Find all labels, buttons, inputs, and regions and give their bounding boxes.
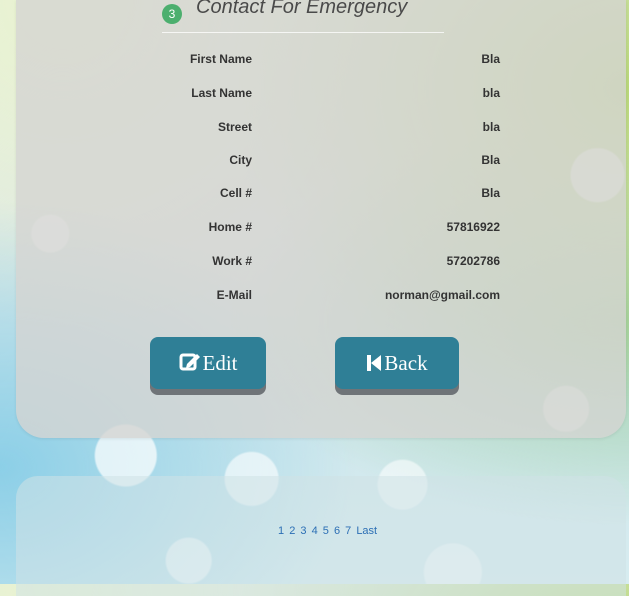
- field-value: norman@gmail.com: [384, 288, 500, 302]
- page-link-6[interactable]: 6: [334, 525, 340, 537]
- edit-button[interactable]: Edit: [150, 337, 266, 389]
- field-label: E-Mail: [216, 288, 252, 302]
- section-title: Contact For Emergency: [196, 0, 408, 18]
- edit-icon: [179, 351, 201, 375]
- field-row-cell: Cell # Bla: [16, 178, 626, 212]
- field-value: 57202786: [446, 254, 500, 268]
- field-label: Work #: [212, 254, 252, 268]
- page-link-2[interactable]: 2: [289, 525, 295, 537]
- page-link-3[interactable]: 3: [300, 525, 306, 537]
- field-row-last-name: Last Name bla: [16, 78, 626, 112]
- field-label: Home #: [208, 220, 252, 234]
- field-label: Last Name: [191, 86, 252, 100]
- field-row-first-name: First Name Bla: [16, 44, 626, 78]
- edit-button-label: Edit: [202, 350, 238, 375]
- field-row-work: Work # 57202786: [16, 246, 626, 280]
- section-header: 3 Contact For Emergency: [162, 0, 444, 33]
- page-link-last[interactable]: Last: [356, 525, 377, 537]
- field-value: Bla: [481, 153, 500, 167]
- field-row-home: Home # 57816922: [16, 212, 626, 246]
- field-label: Street: [217, 120, 252, 134]
- step-badge: 3: [162, 4, 182, 24]
- page-link-4[interactable]: 4: [312, 525, 318, 537]
- field-value: 57816922: [446, 220, 500, 234]
- field-row-street: Street bla: [16, 112, 626, 146]
- back-button[interactable]: Back: [335, 337, 459, 389]
- page-link-7[interactable]: 7: [345, 525, 351, 537]
- field-row-email: E-Mail norman@gmail.com: [16, 280, 626, 314]
- page-link-5[interactable]: 5: [323, 525, 329, 537]
- field-row-city: City Bla: [16, 145, 626, 179]
- field-label: Cell #: [219, 186, 252, 200]
- field-label: First Name: [189, 52, 252, 66]
- page-link-1[interactable]: 1: [278, 525, 284, 537]
- contact-card: 3 Contact For Emergency First Name Bla L…: [16, 0, 626, 438]
- field-label: City: [229, 153, 252, 167]
- field-value: Bla: [481, 186, 500, 200]
- field-value: bla: [482, 120, 500, 134]
- field-value: bla: [482, 86, 500, 100]
- field-value: Bla: [481, 52, 500, 66]
- back-icon: [366, 351, 382, 375]
- pagination-panel: 1 2 3 4 5 6 7 Last: [16, 476, 626, 596]
- back-button-label: Back: [384, 350, 428, 375]
- pagination: 1 2 3 4 5 6 7 Last: [278, 525, 379, 537]
